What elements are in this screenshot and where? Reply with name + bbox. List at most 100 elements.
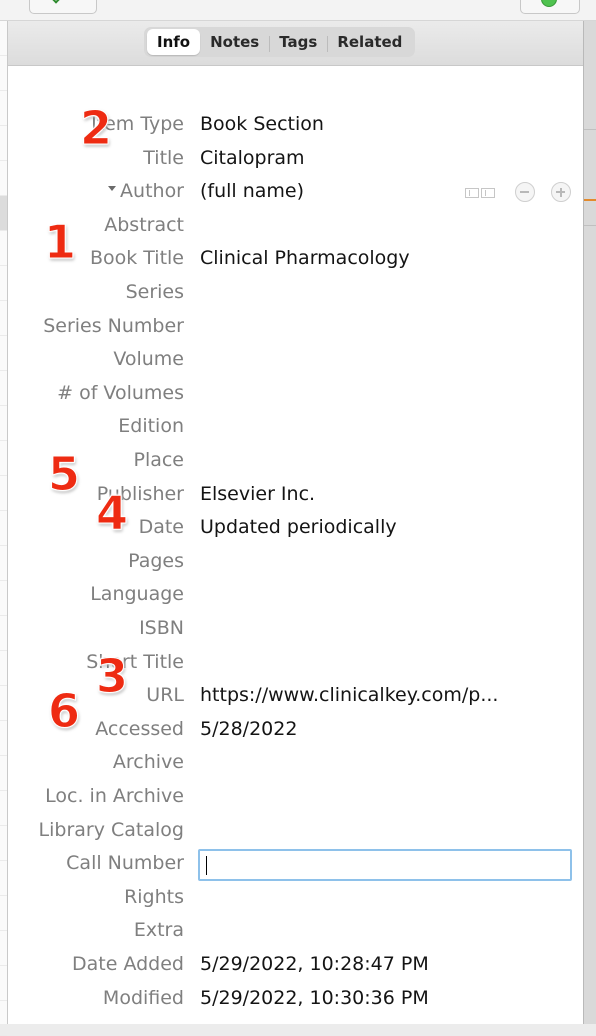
field-label-book-title: Book Title [90, 247, 184, 269]
tab-segmented-control: Info Notes Tags Related [144, 27, 416, 57]
field-label-text: Extra [133, 919, 184, 942]
field-label-text: Place [133, 449, 184, 471]
field-label-text: URL [146, 684, 184, 707]
field-label-date-added: Date Added [72, 953, 184, 975]
field-row-place: Place [8, 447, 583, 477]
field-row-isbn: ISBN [8, 615, 583, 645]
field-row-series: Series [8, 279, 583, 309]
field-label-volume: Volume [113, 348, 184, 370]
field-label-text: Accessed [95, 717, 184, 740]
field-row-loc-in-archive: Loc. in Archive [8, 783, 583, 813]
field-label-archive: Archive [113, 751, 184, 773]
field-label-edition: Edition [118, 415, 184, 437]
toolbar-status-button[interactable] [520, 0, 580, 14]
field-input-call-number[interactable] [198, 849, 572, 882]
toolbar-sync-button[interactable] [29, 0, 97, 14]
field-row-of-volumes: # of Volumes [8, 380, 583, 410]
toolbar [0, 0, 596, 21]
field-label-isbn: ISBN [139, 617, 184, 639]
field-row-date: Date Updated periodically [8, 514, 583, 544]
field-label-url: URL [146, 684, 184, 706]
field-label-text: Book Title [89, 247, 184, 270]
field-label-text: Volume [113, 348, 184, 371]
field-row-modified: Modified 5/29/2022, 10:30:36 PM [8, 985, 583, 1015]
annotation-badge-5: 5 [47, 447, 81, 501]
field-label-place: Place [133, 449, 184, 471]
field-row-book-title: Book Title Clinical Pharmacology [8, 245, 583, 275]
field-row-date-added: Date Added 5/29/2022, 10:28:47 PM [8, 951, 583, 981]
field-row-library-catalog: Library Catalog [8, 817, 583, 847]
field-value-publisher[interactable]: Elsevier Inc. [200, 483, 315, 505]
field-row-archive: Archive [8, 749, 583, 779]
field-row-volume: Volume [8, 346, 583, 376]
field-value-date[interactable]: Updated periodically [200, 516, 397, 538]
field-label-call-number: Call Number [66, 852, 184, 874]
switch-name-mode-icon[interactable] [465, 188, 497, 199]
tab-tags[interactable]: Tags [269, 29, 327, 55]
field-row-edition: Edition [8, 413, 583, 443]
item-pane: Info Notes Tags Related Item Type Book Se… [8, 21, 583, 1024]
field-label-text: Loc. in Archive [45, 785, 184, 807]
field-row-accessed: Accessed 5/28/2022 [8, 716, 583, 746]
field-row-publisher: Publisher Elsevier Inc. [8, 481, 583, 511]
field-value-book-title[interactable]: Clinical Pharmacology [200, 247, 410, 269]
field-label-text: Call Number [66, 852, 184, 875]
tab-notes[interactable]: Notes [200, 29, 269, 55]
field-value-accessed[interactable]: 5/28/2022 [200, 718, 297, 740]
field-label-extra: Extra [134, 919, 184, 941]
field-row-short-title: Short Title [8, 649, 583, 679]
annotation-badge-6: 6 [47, 684, 81, 738]
remove-creator-icon[interactable] [515, 182, 535, 203]
field-label-text: Edition [118, 415, 184, 438]
field-row-pages: Pages [8, 548, 583, 578]
text-caret [206, 856, 207, 876]
field-label-author[interactable]: Author [108, 180, 184, 202]
field-label-text: Date Added [72, 953, 184, 975]
field-row-url: URL https://www.clinicalkey.com/p... [8, 682, 583, 712]
field-row-language: Language [8, 581, 583, 611]
field-label-text: Series Number [43, 314, 184, 337]
field-label-text: ISBN [139, 617, 184, 639]
field-label-language: Language [90, 583, 184, 605]
field-row-series-number: Series Number [8, 313, 583, 343]
tab-bar: Info Notes Tags Related [8, 21, 583, 66]
field-label-modified: Modified [103, 987, 184, 1009]
field-label-text: Library Catalog [38, 818, 184, 841]
field-value-url[interactable]: https://www.clinicalkey.com/p... [200, 684, 498, 706]
field-label-text: Date [138, 516, 184, 539]
field-label-text: Rights [124, 885, 184, 908]
field-label-library-catalog: Library Catalog [39, 819, 184, 841]
scrollbar-edge[interactable] [583, 21, 596, 1024]
field-value-modified[interactable]: 5/29/2022, 10:30:36 PM [200, 987, 429, 1009]
annotation-badge-2: 2 [79, 101, 113, 155]
tab-related[interactable]: Related [327, 29, 412, 55]
tab-info[interactable]: Info [147, 29, 201, 55]
field-value-author[interactable]: (full name) [200, 180, 304, 202]
field-value-title[interactable]: Citalopram [200, 147, 305, 169]
field-label-title: Title [143, 147, 184, 169]
creator-type-dropdown-icon[interactable] [108, 186, 117, 192]
field-label-abstract: Abstract [104, 214, 184, 236]
annotation-badge-1: 1 [43, 215, 77, 269]
field-label-of-volumes: # of Volumes [57, 382, 184, 404]
field-label-text: # of Volumes [57, 381, 184, 404]
check-icon [50, 0, 62, 4]
field-value-date-added[interactable]: 5/29/2022, 10:28:47 PM [200, 953, 429, 975]
field-label-text: Pages [128, 549, 184, 572]
field-label-text: Archive [112, 751, 184, 774]
status-dot-icon [541, 0, 557, 7]
field-label-rights: Rights [124, 886, 184, 908]
field-value-item-type[interactable]: Book Section [200, 113, 324, 135]
field-label-text: Author [120, 180, 184, 203]
field-row-rights: Rights [8, 884, 583, 914]
add-creator-icon[interactable] [551, 182, 571, 203]
field-row-call-number: Call Number [8, 849, 583, 882]
field-row-author: Author (full name) [8, 178, 583, 208]
annotation-badge-4: 4 [95, 486, 129, 540]
field-label-accessed: Accessed [95, 718, 184, 740]
field-label-series-number: Series Number [43, 315, 184, 337]
field-label-pages: Pages [128, 550, 184, 572]
field-row-extra: Extra [8, 917, 583, 947]
field-label-series: Series [126, 281, 184, 303]
field-label-text: Language [90, 583, 184, 606]
